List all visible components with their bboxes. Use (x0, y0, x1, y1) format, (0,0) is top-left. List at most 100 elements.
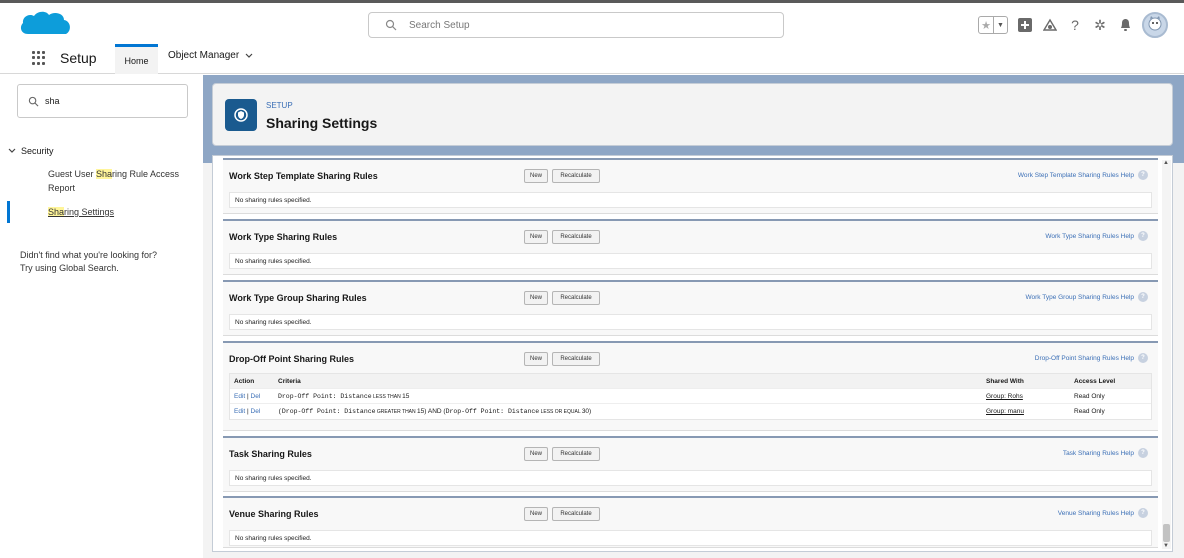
rule-help-link[interactable]: Task Sharing Rules Help? (1063, 448, 1148, 458)
page-subtitle: SETUP (266, 101, 293, 110)
rule-help-link[interactable]: Work Type Group Sharing Rules Help? (1025, 292, 1148, 302)
edit-link[interactable]: Edit (234, 393, 245, 400)
help-icon[interactable]: ? (1067, 17, 1083, 33)
row-criteria: (Drop-Off Point: Distance GREATER THAN 1… (278, 408, 591, 415)
empty-rules-text: No sharing rules specified. (229, 253, 1152, 269)
rule-title: Work Type Sharing Rules (229, 232, 338, 242)
chevron-down-icon[interactable] (245, 53, 253, 59)
delete-link[interactable]: Del (251, 408, 261, 415)
column-header-access-level: Access Level (1074, 378, 1116, 385)
help-question-icon: ? (1138, 508, 1148, 518)
user-avatar[interactable] (1142, 12, 1168, 38)
global-search-hint: Didn't find what you're looking for? Try… (20, 249, 196, 275)
sidebar-item-guest-user-sharing-report[interactable]: Guest User Sharing Rule Access Report (48, 167, 193, 195)
delete-link[interactable]: Del (251, 393, 261, 400)
rule-section-drop-off-point: Drop-Off Point Sharing Rules New Recalcu… (223, 341, 1158, 431)
criteria-value: 30) (581, 408, 592, 415)
star-icon[interactable]: ★ (979, 17, 993, 33)
sidebar-item-label: Guest User (48, 169, 97, 179)
rule-title: Work Step Template Sharing Rules (229, 171, 378, 181)
trailhead-icon[interactable] (1042, 17, 1058, 33)
recalculate-button[interactable]: Recalculate (552, 447, 600, 461)
new-button[interactable]: New (524, 169, 548, 183)
sharing-rules-table: Action Criteria Shared With Access Level… (229, 373, 1152, 420)
help-question-icon: ? (1138, 170, 1148, 180)
recalculate-button[interactable]: Recalculate (552, 507, 600, 521)
new-button[interactable]: New (524, 507, 548, 521)
criteria-field: Drop-Off Point: Distance (445, 408, 540, 415)
rule-section-work-type-group: Work Type Group Sharing Rules New Recalc… (223, 280, 1158, 336)
quick-find-value: sha (45, 96, 60, 106)
row-actions: Edit | Del (234, 393, 260, 400)
rule-title: Drop-Off Point Sharing Rules (229, 354, 354, 364)
chevron-down-icon[interactable]: ▼ (993, 17, 1007, 33)
global-actions-icon[interactable] (1017, 17, 1033, 33)
help-question-icon: ? (1138, 448, 1148, 458)
rule-help-label: Work Step Template Sharing Rules Help (1017, 171, 1134, 179)
recalculate-button[interactable]: Recalculate (552, 230, 600, 244)
rule-help-label: Task Sharing Rules Help (1062, 449, 1134, 457)
table-row: Edit | Del (Drop-Off Point: Distance GRE… (230, 404, 1151, 419)
access-level: Read Only (1074, 408, 1105, 415)
recalculate-button[interactable]: Recalculate (552, 169, 600, 183)
rule-help-label: Work Type Group Sharing Rules Help (1025, 293, 1134, 301)
criteria-operator: LESS THAN (371, 394, 403, 400)
new-button[interactable]: New (524, 447, 548, 461)
criteria-field: Drop-Off Point: Distance (278, 393, 372, 400)
recalculate-button[interactable]: Recalculate (552, 291, 600, 305)
recalculate-button[interactable]: Recalculate (552, 352, 600, 366)
scroll-down-icon[interactable]: ▼ (1163, 543, 1169, 549)
access-level: Read Only (1074, 393, 1105, 400)
rule-title: Venue Sharing Rules (229, 509, 319, 519)
empty-rules-text: No sharing rules specified. (229, 530, 1152, 546)
edit-link[interactable]: Edit (234, 408, 245, 415)
app-name: Setup (60, 50, 97, 66)
scroll-thumb[interactable] (1163, 524, 1170, 542)
empty-rules-text: No sharing rules specified. (229, 470, 1152, 486)
rule-help-label: Venue Sharing Rules Help (1057, 509, 1134, 517)
hint-line: Didn't find what you're looking for? (20, 250, 158, 260)
rule-help-link[interactable]: Work Step Template Sharing Rules Help? (1018, 170, 1148, 180)
row-actions: Edit | Del (234, 408, 260, 415)
search-highlight: Sha (48, 207, 65, 217)
help-question-icon: ? (1138, 231, 1148, 241)
rule-help-link[interactable]: Venue Sharing Rules Help? (1058, 508, 1148, 518)
app-launcher-icon[interactable] (32, 51, 46, 65)
criteria-operator: LESS OR EQUAL (539, 409, 582, 415)
new-button[interactable]: New (524, 352, 548, 366)
gear-icon[interactable]: ✲ (1092, 17, 1108, 33)
column-header-action: Action (234, 378, 255, 385)
new-button[interactable]: New (524, 291, 548, 305)
shield-icon (225, 99, 257, 131)
tab-object-manager[interactable]: Object Manager (168, 50, 253, 61)
empty-rules-text: No sharing rules specified. (229, 314, 1152, 330)
scroll-up-icon[interactable]: ▲ (1163, 160, 1169, 166)
setup-sidebar: sha Security Guest User Sharing Rule Acc… (0, 75, 203, 558)
shared-with-link[interactable]: Group: Rohs (986, 393, 1023, 400)
sharing-rules-frame[interactable]: Work Step Template Sharing Rules New Rec… (212, 155, 1173, 552)
quick-find-input[interactable]: sha (17, 84, 188, 118)
table-row: Edit | Del Drop-Off Point: Distance LESS… (230, 389, 1151, 404)
notifications-bell-icon[interactable] (1117, 17, 1133, 33)
criteria-field: (Drop-Off Point: Distance (278, 408, 376, 415)
tab-home[interactable]: Home (115, 44, 158, 74)
page-title: Sharing Settings (266, 115, 378, 131)
selected-indicator (7, 201, 10, 223)
sidebar-item-sharing-settings[interactable]: Sharing Settings (7, 201, 203, 223)
new-button[interactable]: New (524, 230, 548, 244)
sidebar-section-security[interactable]: Security (8, 146, 54, 156)
column-header-criteria: Criteria (278, 378, 301, 385)
favorites-control[interactable]: ★ ▼ (978, 16, 1008, 34)
shared-with-link[interactable]: Group: manu (986, 408, 1024, 415)
help-question-icon: ? (1138, 353, 1148, 363)
vertical-scrollbar[interactable]: ▲ ▼ (1162, 160, 1171, 549)
rule-help-link[interactable]: Drop-Off Point Sharing Rules Help? (1035, 353, 1148, 363)
chevron-down-icon (8, 148, 16, 153)
salesforce-logo-icon[interactable] (18, 10, 72, 40)
global-header: Search Setup ★ ▼ ? ✲ (0, 0, 1184, 42)
rule-help-link[interactable]: Work Type Sharing Rules Help? (1045, 231, 1148, 241)
rule-help-label: Work Type Sharing Rules Help (1045, 232, 1134, 240)
rule-section-work-step-template: Work Step Template Sharing Rules New Rec… (223, 158, 1158, 214)
search-placeholder: Search Setup (409, 20, 470, 31)
search-setup-field[interactable]: Search Setup (368, 12, 784, 38)
